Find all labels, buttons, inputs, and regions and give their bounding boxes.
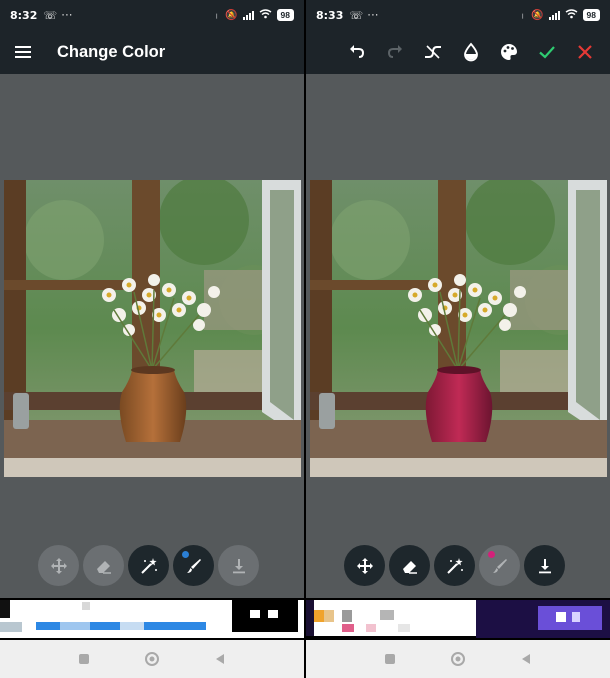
more-notifications-icon: ···: [61, 9, 73, 21]
signal-icon: [242, 10, 254, 20]
photo-preview[interactable]: [310, 180, 607, 477]
undo-icon: [350, 45, 365, 58]
square-icon: [385, 654, 395, 664]
redo-icon: [387, 45, 402, 58]
photo-image: [4, 180, 301, 477]
vase-shape: [119, 370, 187, 442]
cancel-button[interactable]: [566, 36, 604, 68]
tool-row: [38, 545, 259, 586]
curve-button[interactable]: [414, 36, 452, 68]
eraser-tool[interactable]: [389, 545, 430, 586]
brush-tool[interactable]: [479, 545, 520, 586]
move-tool[interactable]: [38, 545, 79, 586]
circle-icon: [451, 652, 465, 666]
brush-icon: [186, 558, 201, 573]
status-bar: 8:33 ☏ ··· ᛧ 🔕 98: [306, 0, 610, 30]
status-bar: 8:32 ☏ ··· ᛧ 🔕 98: [0, 0, 304, 30]
redo-button[interactable]: [376, 36, 414, 68]
undo-button[interactable]: [338, 36, 376, 68]
menu-icon[interactable]: [15, 43, 31, 61]
brush-icon: [492, 558, 507, 573]
recents-button[interactable]: [73, 648, 95, 670]
mute-icon: 🔕: [531, 9, 544, 21]
editor-canvas[interactable]: [306, 74, 610, 598]
wifi-icon: [565, 8, 578, 22]
check-icon: [539, 46, 555, 59]
signal-icon: [548, 10, 560, 20]
close-icon: [578, 45, 592, 59]
status-time: 8:32: [10, 8, 38, 22]
tool-row: [344, 545, 565, 586]
more-notifications-icon: ···: [367, 9, 379, 21]
home-button[interactable]: [447, 648, 469, 670]
whatsapp-icon: ☏: [43, 9, 58, 22]
drop-icon: [464, 42, 478, 62]
bluetooth-icon: ᛧ: [519, 9, 527, 21]
eraser-icon: [402, 560, 417, 574]
editor-canvas[interactable]: [0, 74, 304, 598]
vase-shape: [425, 370, 493, 442]
system-nav-bar: [0, 640, 304, 678]
photo-image: [310, 180, 607, 477]
eraser-tool[interactable]: [83, 545, 124, 586]
curve-icon: [425, 45, 441, 59]
magic-wand-icon: [446, 557, 463, 574]
save-tool[interactable]: [218, 545, 259, 586]
app-bar: [306, 30, 610, 74]
photo-preview[interactable]: [4, 180, 301, 477]
mute-icon: 🔕: [225, 9, 238, 21]
palette-button[interactable]: [490, 36, 528, 68]
system-nav-bar: [306, 640, 610, 678]
magic-wand-tool[interactable]: [128, 545, 169, 586]
palette-icon: [501, 44, 517, 60]
left-screen: 8:32 ☏ ··· ᛧ 🔕 98 Change Color: [0, 0, 304, 678]
battery-icon: 98: [582, 9, 600, 21]
move-icon: [50, 557, 67, 574]
battery-icon: 98: [276, 9, 294, 21]
brush-color-dot: [488, 551, 495, 558]
square-icon: [79, 654, 89, 664]
brush-color-dot: [182, 551, 189, 558]
right-screen: 8:33 ☏ ··· ᛧ 🔕 98: [306, 0, 610, 678]
save-tool[interactable]: [524, 545, 565, 586]
circle-icon: [145, 652, 159, 666]
magic-wand-tool[interactable]: [434, 545, 475, 586]
bluetooth-icon: ᛧ: [213, 9, 221, 21]
download-icon: [538, 558, 551, 573]
move-tool[interactable]: [344, 545, 385, 586]
triangle-left-icon: [216, 654, 224, 664]
brush-tool[interactable]: [173, 545, 214, 586]
triangle-left-icon: [522, 654, 530, 664]
status-time: 8:33: [316, 8, 344, 22]
magic-wand-icon: [140, 557, 157, 574]
ad-banner[interactable]: [0, 598, 304, 640]
move-icon: [356, 557, 373, 574]
apply-button[interactable]: [528, 36, 566, 68]
whatsapp-icon: ☏: [349, 9, 364, 22]
wifi-icon: [259, 8, 272, 22]
app-bar: Change Color: [0, 30, 304, 74]
download-icon: [232, 558, 245, 573]
ad-banner[interactable]: [306, 598, 610, 640]
home-button[interactable]: [141, 648, 163, 670]
page-title: Change Color: [57, 42, 166, 61]
eraser-icon: [96, 560, 111, 574]
back-button[interactable]: [209, 648, 231, 670]
back-button[interactable]: [515, 648, 537, 670]
edit-toolbar: [306, 36, 610, 68]
recents-button[interactable]: [379, 648, 401, 670]
opacity-button[interactable]: [452, 36, 490, 68]
